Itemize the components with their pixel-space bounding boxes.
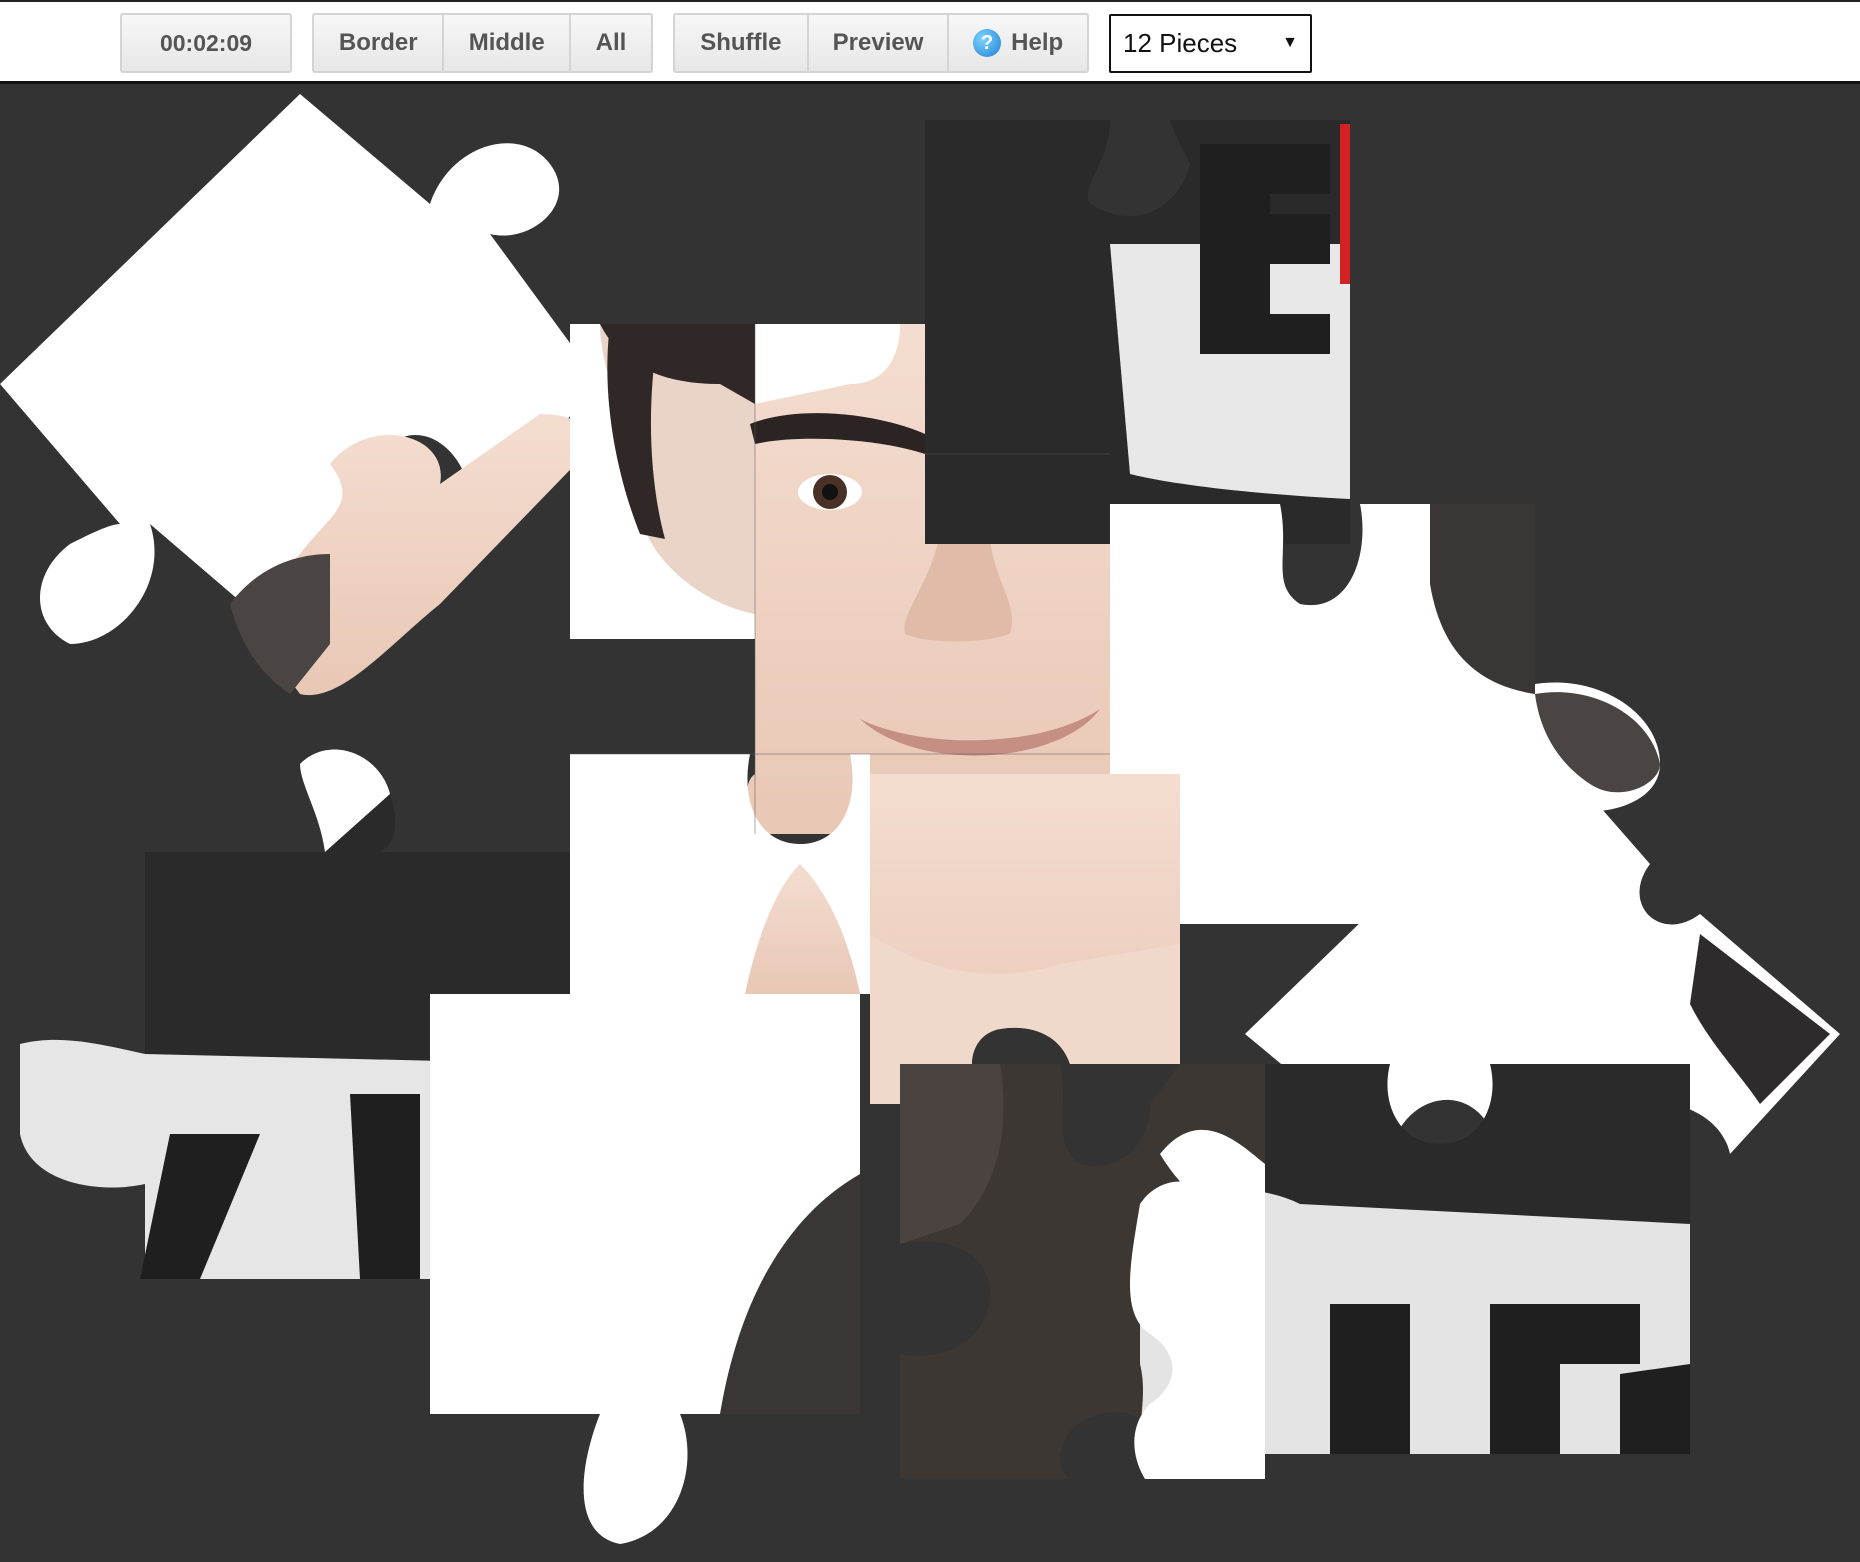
pieces-select[interactable]: 12 Pieces ▼: [1109, 14, 1312, 73]
puzzle-piece[interactable]: [925, 120, 1350, 544]
shuffle-button[interactable]: Shuffle: [675, 15, 807, 71]
puzzle-piece[interactable]: [1130, 1181, 1265, 1480]
border-button[interactable]: Border: [314, 15, 442, 71]
middle-button[interactable]: Middle: [442, 15, 569, 71]
timer-display: 00:02:09: [120, 13, 292, 73]
chevron-down-icon: ▼: [1282, 34, 1298, 51]
help-icon: ?: [973, 29, 1002, 57]
help-button[interactable]: ? Help: [947, 15, 1087, 71]
preview-button[interactable]: Preview: [806, 15, 948, 71]
pieces-select-value: 12 Pieces: [1123, 28, 1238, 58]
toolbar: 00:02:09 Border Middle All Shuffle Previ…: [0, 0, 1860, 84]
puzzle-piece[interactable]: [570, 324, 755, 639]
help-label: Help: [1011, 29, 1064, 56]
puzzle-board: [0, 84, 1860, 1562]
piece-filter-group: Border Middle All: [312, 13, 653, 73]
actions-group: Shuffle Preview ? Help: [673, 13, 1089, 73]
puzzle-piece[interactable]: [870, 774, 1180, 1104]
puzzle-canvas: [0, 94, 1840, 1544]
all-button[interactable]: All: [568, 15, 651, 71]
